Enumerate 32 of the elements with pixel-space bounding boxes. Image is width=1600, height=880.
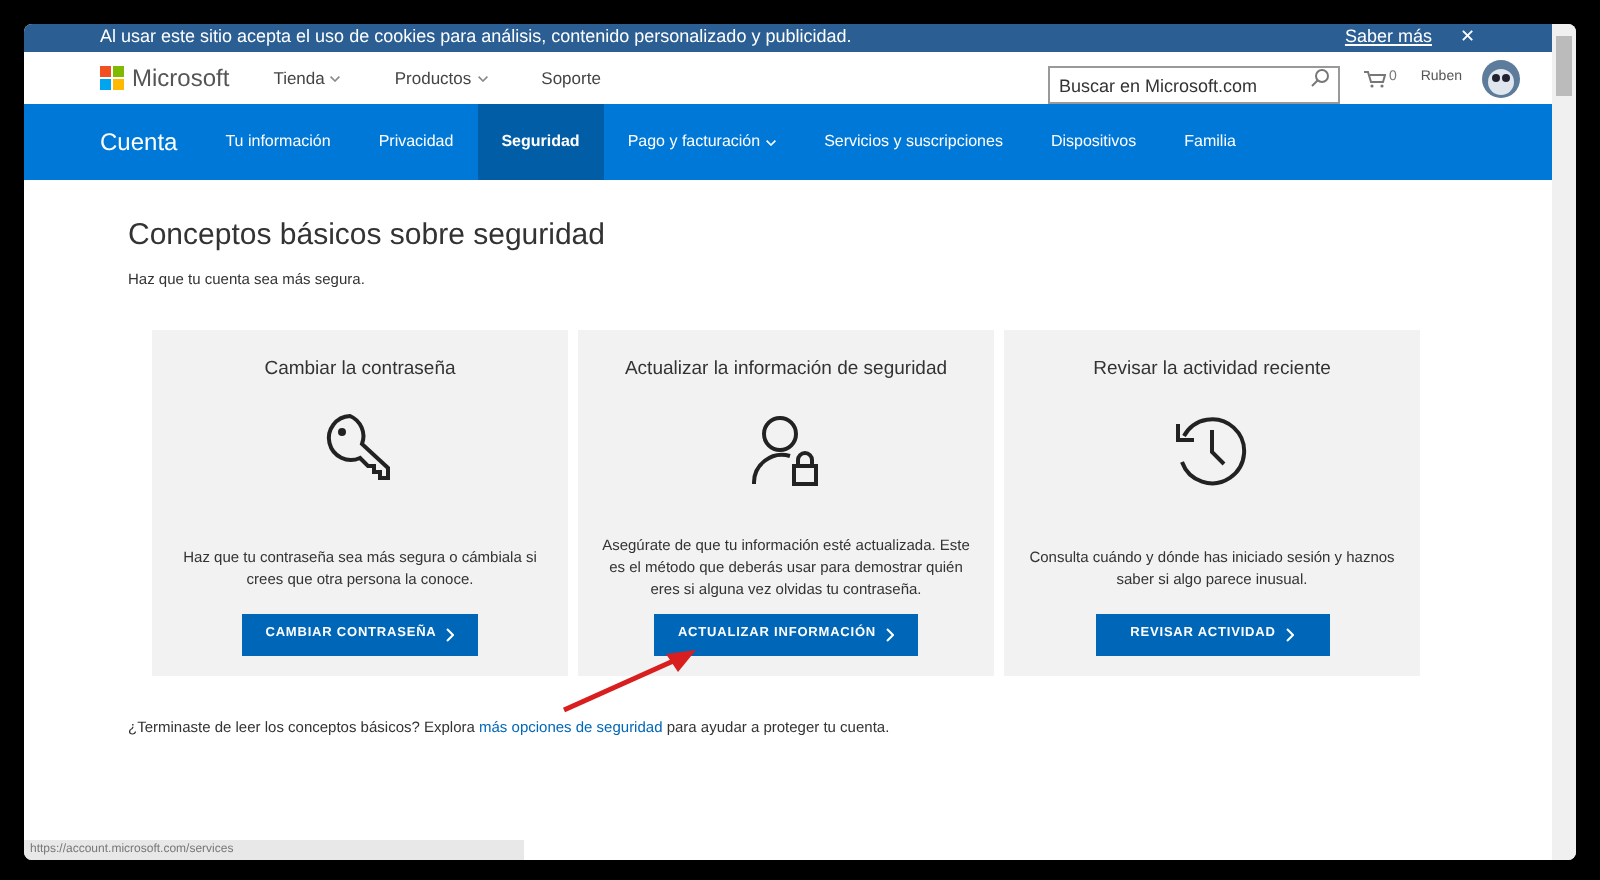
nav-tab[interactable]: Familia (1160, 104, 1260, 180)
nav-tab[interactable]: Pago y facturación (603, 104, 801, 180)
learn-more-link[interactable]: Saber más (1344, 24, 1432, 52)
nav-tab[interactable]: Privacidad (354, 104, 478, 180)
nav-tab[interactable]: Tu información (201, 104, 355, 180)
close-icon[interactable]: ✕ (1460, 24, 1476, 52)
annotation-arrow (560, 646, 700, 714)
page-title: Conceptos básicos sobre seguridad (128, 216, 607, 256)
search-field[interactable]: Buscar en Microsoft.com (1048, 66, 1341, 104)
account-title[interactable]: Cuenta (100, 104, 178, 180)
scrollbar-thumb[interactable] (1556, 36, 1572, 96)
search-icon[interactable] (1310, 67, 1331, 87)
menu-link[interactable]: Soporte (541, 65, 601, 91)
cart-icon[interactable] (1364, 69, 1387, 87)
user-lock-icon (748, 411, 824, 487)
history-icon (1174, 411, 1250, 487)
scrollbar[interactable] (1552, 24, 1576, 860)
menu-link[interactable]: Productos (394, 65, 472, 91)
nav-tab[interactable]: Seguridad (477, 104, 604, 180)
card-title: Cambiar la contraseña (264, 356, 456, 385)
nav-tab[interactable]: Servicios y suscripciones (800, 104, 1027, 180)
chevron-icon (446, 627, 455, 641)
microsoft-logo-icon[interactable] (100, 66, 124, 90)
nav-tab[interactable]: Dispositivos (1026, 104, 1161, 180)
card-title: Actualizar la información de seguridad (624, 356, 948, 385)
menu-link[interactable]: Tienda (273, 65, 325, 91)
cookie-notice: Al usar este sitio acepta el uso de cookies para análisis, contenido personalizado y publicidad. (100, 24, 854, 51)
chevron-icon (1285, 627, 1294, 641)
brand-name: Microsoft (132, 62, 230, 96)
card-title: Revisar la actividad reciente (1093, 356, 1331, 385)
avatar-icon[interactable] (1482, 59, 1520, 97)
chevron-icon (886, 627, 895, 641)
